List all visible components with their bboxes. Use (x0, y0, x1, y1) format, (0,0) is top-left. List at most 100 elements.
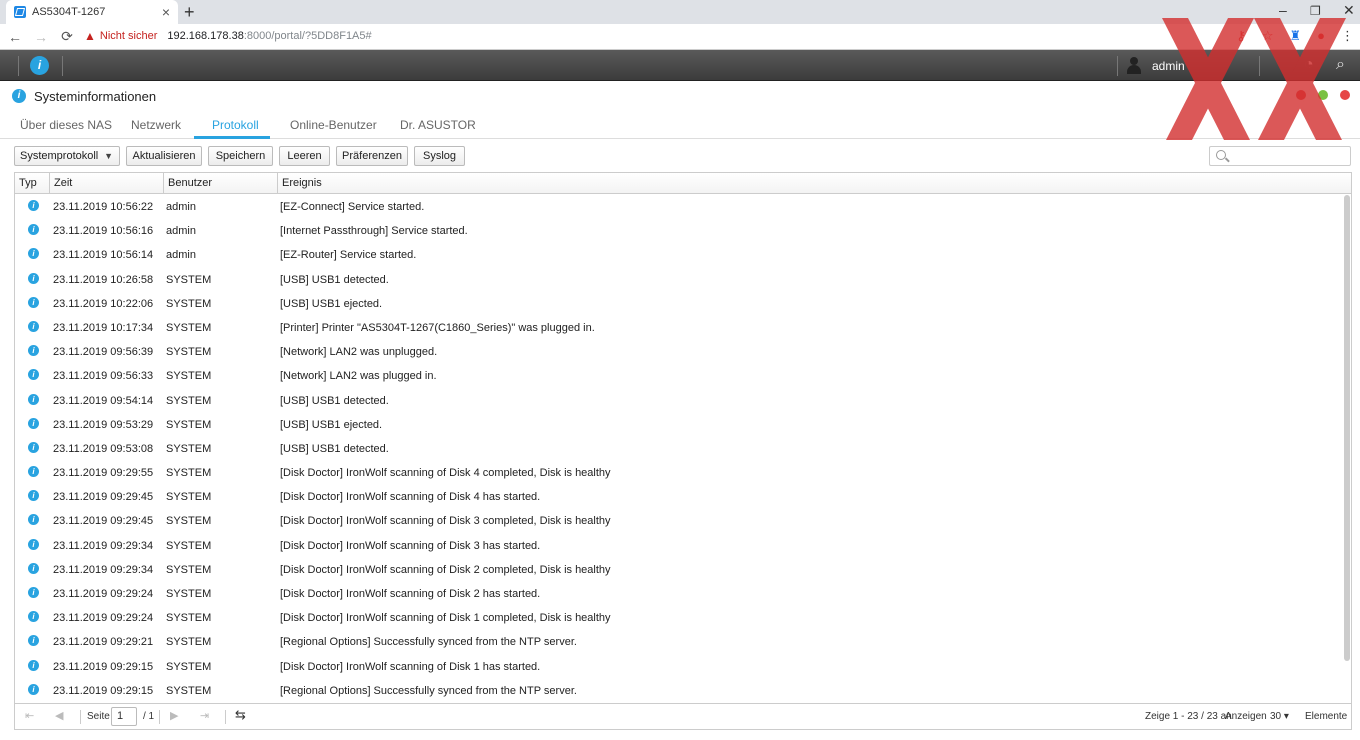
forward-button[interactable]: → (30, 29, 52, 45)
info-icon: i (28, 200, 39, 211)
table-row[interactable]: i 23.11.2019 09:29:24 SYSTEM [Disk Doctor] … (15, 581, 1345, 605)
window-close-button[interactable]: ✕ (1343, 2, 1355, 19)
table-row[interactable]: i 23.11.2019 09:29:21 SYSTEM [Regional Opti… (15, 629, 1345, 653)
row-time: 23.11.2019 10:17:34 (53, 321, 154, 334)
search-input[interactable] (1209, 146, 1351, 166)
table-row[interactable]: i 23.11.2019 10:26:58 SYSTEM [USB] USB1 det… (15, 267, 1345, 291)
info-icon: i (28, 441, 39, 453)
browser-tab[interactable]: AS5304T-1267 × (6, 0, 178, 24)
row-time: 23.11.2019 09:29:15 (53, 660, 154, 673)
window-close-button[interactable] (1340, 90, 1350, 100)
window-minimize-button[interactable] (1296, 90, 1306, 100)
tab-log[interactable]: Protokoll (212, 118, 259, 132)
info-icon: i (28, 345, 39, 357)
syslog-button[interactable]: Syslog (414, 146, 465, 166)
info-icon: i (28, 224, 39, 236)
table-row[interactable]: i 23.11.2019 10:56:14 admin [EZ-Router] Ser… (15, 242, 1345, 266)
row-time: 23.11.2019 09:29:21 (53, 636, 154, 649)
table-row[interactable]: i 23.11.2019 09:53:08 SYSTEM [USB] USB1 det… (15, 436, 1345, 460)
column-header-event[interactable]: Ereignis (278, 173, 1351, 194)
table-row[interactable]: i 23.11.2019 09:29:45 SYSTEM [Disk Doctor] … (15, 508, 1345, 532)
tab-network[interactable]: Netzwerk (131, 118, 181, 132)
per-page-select[interactable]: 30 ▾ (1270, 711, 1289, 722)
tab-dr-asustor[interactable]: Dr. ASUSTOR (400, 118, 476, 132)
row-time: 23.11.2019 09:53:08 (53, 442, 154, 455)
taskbar-divider (62, 56, 63, 76)
info-icon: i (28, 683, 39, 695)
user-menu[interactable]: admin (1126, 57, 1185, 74)
save-button[interactable]: Speichern (208, 146, 273, 166)
table-row[interactable]: i 23.11.2019 10:22:06 SYSTEM [USB] USB1 eje… (15, 291, 1345, 315)
row-user: admin (166, 249, 196, 262)
log-type-select[interactable]: Systemprotokoll ▼ (14, 146, 120, 166)
next-page-icon[interactable]: ▶ (170, 709, 178, 722)
insecure-label[interactable]: Nicht sicher (100, 30, 157, 42)
row-time: 23.11.2019 09:29:24 (53, 612, 154, 625)
row-event: [Internet Passthrough] Service started. (280, 225, 468, 238)
info-icon: i (28, 635, 39, 647)
page-label: Seite (87, 711, 110, 722)
table-row[interactable]: i 23.11.2019 09:56:33 SYSTEM [Network] LAN2… (15, 363, 1345, 387)
notifications-icon[interactable]: ◔ (1304, 56, 1314, 74)
row-user: SYSTEM (166, 660, 212, 673)
browser-tabstrip: AS5304T-1267 × + – ❐ ✕ (0, 0, 1360, 24)
first-page-icon[interactable]: ⇤ (25, 709, 34, 722)
table-row[interactable]: i 23.11.2019 09:29:55 SYSTEM [Disk Doctor] … (15, 460, 1345, 484)
star-icon[interactable]: ☆ (1262, 28, 1274, 44)
profile-icon[interactable]: ● (1317, 28, 1325, 44)
url-field[interactable]: ▲ Nicht sicher 192.168.178.38 :8000/port… (84, 29, 372, 43)
table-row[interactable]: i 23.11.2019 09:29:24 SYSTEM [Disk Doctor] … (15, 605, 1345, 629)
table-row[interactable]: i 23.11.2019 09:29:15 SYSTEM [Regional Opti… (15, 678, 1345, 702)
tab-about-nas[interactable]: Über dieses NAS (20, 118, 112, 132)
row-user: SYSTEM (166, 418, 212, 431)
row-event: [Disk Doctor] IronWolf scanning of Disk … (280, 588, 541, 600)
window-restore-button[interactable]: ❐ (1310, 4, 1321, 18)
info-icon: i (12, 89, 26, 103)
taskbar-divider (1259, 56, 1260, 76)
last-page-icon[interactable]: ⇥ (200, 709, 209, 722)
pager-divider (225, 710, 226, 724)
window-minimize-button[interactable]: – (1279, 2, 1287, 18)
table-row[interactable]: i 23.11.2019 09:29:34 SYSTEM [Disk Doctor] … (15, 533, 1345, 557)
extension-icon[interactable]: ♜ (1289, 28, 1301, 44)
page-number-input[interactable]: 1 (111, 707, 137, 726)
search-icon (1216, 150, 1226, 160)
row-user: SYSTEM (166, 636, 212, 649)
column-header-user[interactable]: Benutzer (164, 173, 278, 194)
info-icon: i (28, 490, 39, 502)
column-header-time[interactable]: Zeit (50, 173, 164, 194)
table-row[interactable]: i 23.11.2019 10:56:16 admin [Internet Passt… (15, 218, 1345, 242)
table-row[interactable]: i 23.11.2019 09:53:29 SYSTEM [USB] USB1 eje… (15, 412, 1345, 436)
table-row[interactable]: i 23.11.2019 09:29:45 SYSTEM [Disk Doctor] … (15, 484, 1345, 508)
table-row[interactable]: i 23.11.2019 09:29:34 SYSTEM [Disk Doctor] … (15, 557, 1345, 581)
column-header-type[interactable]: Typ (15, 173, 50, 194)
systeminfo-app-icon[interactable]: i (30, 56, 49, 75)
back-button[interactable]: ← (4, 29, 26, 45)
tab-online-users[interactable]: Online-Benutzer (290, 118, 377, 132)
clear-button[interactable]: Leeren (279, 146, 330, 166)
new-tab-button[interactable]: + (184, 2, 195, 23)
window-maximize-button[interactable] (1318, 90, 1328, 100)
table-row[interactable]: i 23.11.2019 09:29:15 SYSTEM [Disk Doctor] … (15, 654, 1345, 678)
info-icon: i (28, 369, 39, 381)
row-event: [Disk Doctor] IronWolf scanning of Disk … (280, 660, 541, 673)
table-row[interactable]: i 23.11.2019 10:17:34 SYSTEM [Printer] Prin… (15, 315, 1345, 339)
prev-page-icon[interactable]: ◀ (55, 709, 63, 722)
refresh-button[interactable]: Aktualisieren (126, 146, 202, 166)
tab-close-icon[interactable]: × (162, 4, 170, 20)
table-row[interactable]: i 23.11.2019 09:54:14 SYSTEM [USB] USB1 det… (15, 388, 1345, 412)
reload-button[interactable]: ⟳ (56, 28, 78, 45)
row-event: [EZ-Router] Service started. (280, 249, 417, 262)
row-time: 23.11.2019 09:29:34 (53, 539, 154, 552)
preferences-button[interactable]: Präferenzen (336, 146, 408, 166)
row-user: admin (166, 201, 196, 213)
grid-scrollbar[interactable] (1344, 195, 1350, 661)
key-icon[interactable]: ⚷ (1236, 28, 1246, 44)
search-icon[interactable]: ⌕ (1336, 56, 1345, 74)
row-event: [Network] LAN2 was plugged in. (280, 370, 437, 383)
row-time: 23.11.2019 09:53:29 (53, 418, 154, 431)
browser-menu-icon[interactable]: ⋮ (1341, 28, 1354, 44)
table-row[interactable]: i 23.11.2019 10:56:22 admin [EZ-Connect] Se… (15, 194, 1345, 218)
table-row[interactable]: i 23.11.2019 09:56:39 SYSTEM [Network] LAN2… (15, 339, 1345, 363)
refresh-icon[interactable]: ⇆ (235, 707, 246, 723)
